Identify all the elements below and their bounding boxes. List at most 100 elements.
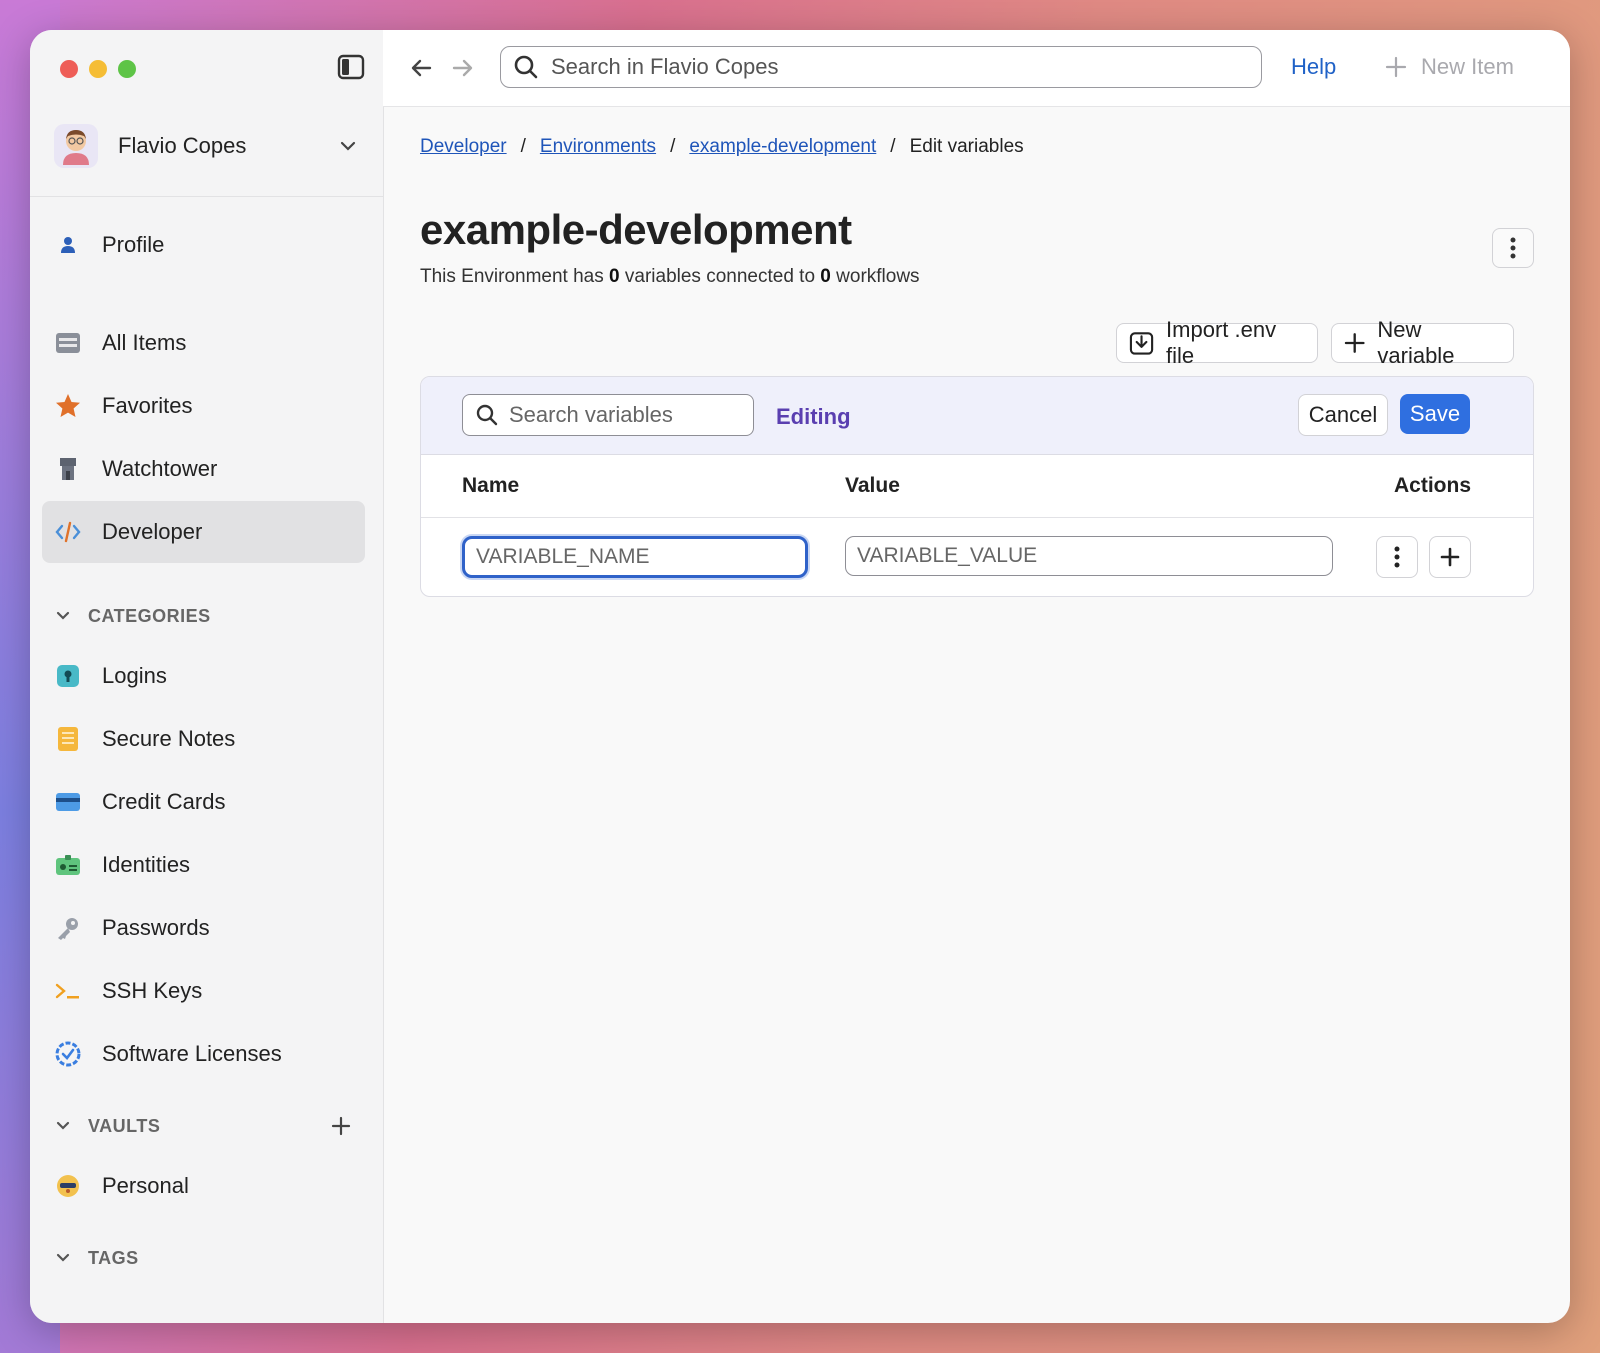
global-search-input[interactable]: Search in Flavio Copes — [500, 46, 1262, 88]
plus-icon — [1385, 56, 1407, 78]
page-title: example-development — [420, 206, 852, 253]
sidebar-item-favorites[interactable]: Favorites — [42, 375, 365, 437]
sidebar-item-label: Passwords — [102, 915, 210, 940]
breadcrumb: Developer / Environments / example-devel… — [420, 136, 1024, 158]
add-row-button[interactable] — [1429, 536, 1471, 578]
section-label: CATEGORIES — [88, 605, 211, 626]
breadcrumb-separator: / — [670, 136, 676, 157]
sidebar-item-logins[interactable]: Logins — [42, 645, 365, 707]
sidebar-item-secure-notes[interactable]: Secure Notes — [42, 708, 365, 770]
variable-name-placeholder: VARIABLE_NAME — [476, 545, 650, 568]
search-variables-input[interactable]: Search variables — [462, 394, 754, 436]
keyhole-icon — [54, 662, 82, 690]
new-item-button[interactable]: New Item — [1385, 54, 1514, 80]
sidebar-item-software-licenses[interactable]: Software Licenses — [42, 1023, 365, 1085]
sidebar-item-credit-cards[interactable]: Credit Cards — [42, 771, 365, 833]
cancel-button[interactable]: Cancel — [1298, 394, 1388, 436]
tags-heading[interactable]: TAGS — [54, 1243, 139, 1273]
editor-toolbar: Search variables Editing Cancel Save — [421, 377, 1533, 455]
breadcrumb-environments[interactable]: Environments — [540, 136, 656, 158]
environment-more-button[interactable] — [1492, 228, 1534, 268]
row-more-button[interactable] — [1376, 536, 1418, 578]
sidebar-item-label: Identities — [102, 852, 191, 877]
credit-card-icon — [54, 788, 82, 816]
close-window-button[interactable] — [60, 60, 78, 78]
back-arrow-icon[interactable] — [408, 54, 436, 82]
column-header-name: Name — [462, 474, 520, 497]
variable-name-field[interactable]: VARIABLE_NAME — [462, 536, 808, 578]
summary-suffix: workflows — [836, 266, 920, 287]
more-vertical-icon — [1510, 237, 1516, 259]
person-icon — [54, 231, 82, 259]
chevron-down-icon — [56, 1121, 70, 1130]
categories-heading[interactable]: CATEGORIES — [54, 601, 211, 631]
summary-prefix: This Environment has — [420, 266, 604, 287]
sidebar-item-label: Profile — [102, 232, 165, 257]
breadcrumb-separator: / — [520, 136, 526, 157]
variables-editor: Search variables Editing Cancel Save Nam… — [420, 376, 1534, 597]
sidebar-item-label: Credit Cards — [102, 789, 226, 814]
more-vertical-icon — [1394, 546, 1400, 568]
sidebar-item-developer[interactable]: Developer — [42, 501, 365, 563]
account-name: Flavio Copes — [118, 133, 247, 158]
search-icon — [476, 404, 498, 426]
badge-check-icon — [54, 1040, 82, 1068]
import-env-button[interactable]: Import .env file — [1116, 317, 1318, 368]
add-vault-icon[interactable] — [330, 1115, 352, 1137]
column-header-actions: Actions — [1394, 474, 1472, 497]
avatar — [54, 124, 98, 168]
sidebar-divider — [30, 196, 383, 197]
search-icon — [514, 55, 538, 79]
breadcrumb-environment[interactable]: example-development — [689, 136, 876, 158]
app-window: Flavio Copes Profile All Items Favorites — [30, 30, 1570, 1323]
sidebar-item-label: Logins — [102, 663, 167, 688]
sidebar-item-profile[interactable]: Profile — [42, 214, 365, 276]
star-icon — [54, 392, 82, 420]
breadcrumb-current: Edit variables — [909, 136, 1024, 157]
sidebar-toggle-icon[interactable] — [337, 54, 365, 80]
sidebar-item-label: Developer — [102, 519, 203, 544]
editing-status: Editing — [776, 404, 851, 429]
tower-icon — [54, 455, 82, 483]
sidebar-item-label: Secure Notes — [102, 726, 236, 751]
new-item-label: New Item — [1421, 54, 1514, 79]
sidebar-item-passwords[interactable]: Passwords — [42, 897, 365, 959]
sidebar-item-personal-vault[interactable]: Personal — [42, 1155, 365, 1217]
toolbar: Search in Flavio Copes Help New Item — [383, 30, 1570, 107]
save-button[interactable]: Save — [1400, 394, 1470, 434]
note-icon — [54, 725, 82, 753]
sidebar-item-ssh-keys[interactable]: SSH Keys — [42, 960, 365, 1022]
environment-summary: This Environment has 0 variables connect… — [420, 266, 920, 288]
section-label: TAGS — [88, 1247, 139, 1268]
main-content: Search in Flavio Copes Help New Item Dev… — [383, 30, 1570, 1323]
minimize-window-button[interactable] — [89, 60, 107, 78]
key-icon — [54, 914, 82, 942]
search-variables-placeholder: Search variables — [509, 402, 673, 427]
sidebar-item-watchtower[interactable]: Watchtower — [42, 438, 365, 500]
import-icon — [1129, 332, 1154, 355]
window-controls — [60, 60, 136, 78]
help-link[interactable]: Help — [1291, 54, 1336, 80]
sidebar-item-label: Software Licenses — [102, 1041, 282, 1066]
sidebar-item-all-items[interactable]: All Items — [42, 312, 365, 374]
chevron-down-icon — [340, 141, 356, 151]
variable-value-field[interactable]: VARIABLE_VALUE — [845, 536, 1333, 576]
new-variable-label: New variable — [1377, 317, 1455, 368]
sidebar-item-label: All Items — [102, 330, 187, 355]
sidebar-item-identities[interactable]: Identities — [42, 834, 365, 896]
variables-count: 0 — [609, 266, 620, 287]
breadcrumb-developer[interactable]: Developer — [420, 136, 507, 158]
account-switcher[interactable]: Flavio Copes — [54, 122, 359, 170]
vaults-heading[interactable]: VAULTS — [54, 1111, 160, 1141]
plus-icon — [1440, 547, 1460, 567]
chevron-down-icon — [56, 1253, 70, 1262]
list-icon — [54, 329, 82, 357]
workflows-count: 0 — [820, 266, 831, 287]
forward-arrow-icon[interactable] — [448, 54, 476, 82]
row-divider — [421, 517, 1533, 518]
zoom-window-button[interactable] — [118, 60, 136, 78]
breadcrumb-separator: / — [890, 136, 896, 157]
section-label: VAULTS — [88, 1115, 161, 1136]
chevron-down-icon — [56, 611, 70, 620]
new-variable-button[interactable]: New variable — [1331, 317, 1514, 368]
